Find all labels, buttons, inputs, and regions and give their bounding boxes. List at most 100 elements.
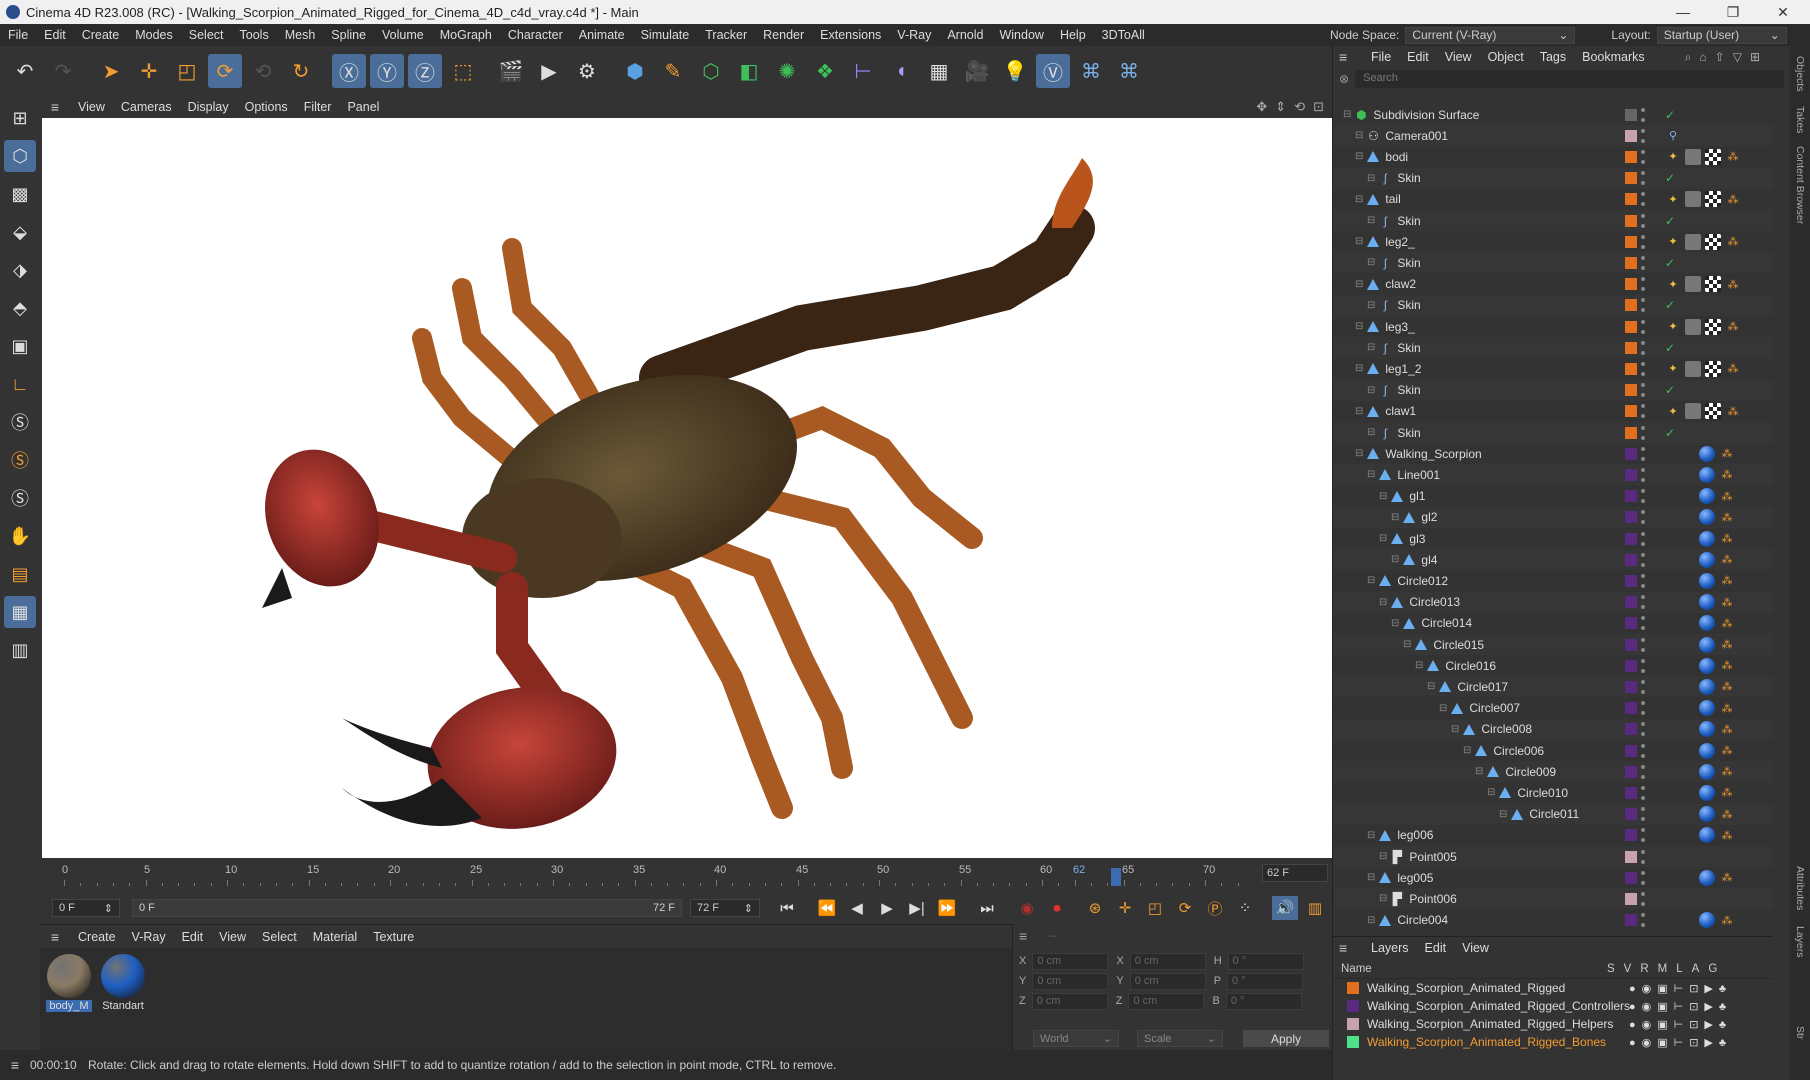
layer-color-swatch[interactable] — [1625, 914, 1637, 927]
menu-edit[interactable]: Edit — [36, 28, 74, 42]
menu-file[interactable]: File — [0, 28, 36, 42]
visibility-dots-icon[interactable] — [1641, 785, 1647, 800]
visibility-dots-icon[interactable] — [1641, 701, 1647, 716]
weight-tag-icon[interactable]: ⁂ — [1719, 827, 1735, 843]
object-row[interactable]: ⊟ ʃ Skin ✓ — [1333, 379, 1773, 401]
cube-icon[interactable]: ⬢ — [618, 54, 652, 88]
object-row[interactable]: ⊟ bodi ✦ ⁂ — [1333, 146, 1773, 167]
check-icon[interactable]: ✓ — [1665, 214, 1675, 228]
visibility-dots-icon[interactable] — [1641, 192, 1647, 207]
expand-toggle-icon[interactable]: ⊟ — [1379, 893, 1387, 904]
close-button[interactable]: ✕ — [1760, 0, 1806, 24]
visibility-dots-icon[interactable] — [1641, 234, 1647, 249]
visibility-dots-icon[interactable] — [1641, 764, 1647, 779]
new-window-icon[interactable]: ⊞ — [1750, 50, 1760, 65]
mograph-cloner-icon[interactable]: ✺ — [770, 54, 804, 88]
expand-toggle-icon[interactable]: ⊟ — [1367, 830, 1375, 841]
visibility-dots-icon[interactable] — [1641, 446, 1647, 461]
layer-color-swatch[interactable] — [1625, 850, 1637, 863]
visibility-dots-icon[interactable] — [1641, 383, 1647, 398]
expand-toggle-icon[interactable]: ⊟ — [1355, 236, 1363, 247]
material-sphere-tag-icon[interactable] — [1699, 869, 1715, 886]
layer-color-swatch[interactable] — [1625, 808, 1637, 821]
menu-character[interactable]: Character — [500, 28, 571, 42]
scale-icon[interactable]: ◰ — [170, 54, 204, 88]
home-icon[interactable]: ⌂ — [1699, 50, 1706, 65]
apply-button[interactable]: Apply — [1243, 1030, 1329, 1047]
object-row[interactable]: ⊟ Walking_Scorpion ⁂ — [1333, 443, 1773, 464]
visibility-dots-icon[interactable] — [1641, 891, 1647, 906]
timeline-end-field[interactable]: 62 F — [1262, 864, 1328, 882]
menu-mesh[interactable]: Mesh — [277, 28, 324, 42]
expand-toggle-icon[interactable]: ⊟ — [1367, 427, 1375, 438]
snap-3d-icon[interactable]: Ⓢ — [4, 482, 36, 514]
auto-key-icon[interactable]: ⏺ — [1044, 896, 1070, 920]
weight-tag-icon[interactable]: ⁂ — [1719, 573, 1735, 589]
play-icon[interactable]: ▶ — [874, 896, 900, 920]
coordinate-field[interactable]: 0 cm — [1032, 952, 1109, 970]
checker-tag-icon[interactable] — [1705, 276, 1721, 293]
weight-tag-icon[interactable]: ⁂ — [1719, 615, 1735, 631]
checker-tag-icon[interactable] — [1705, 233, 1721, 250]
weight-tag-icon[interactable]: ⁂ — [1725, 234, 1741, 250]
side-tab-str[interactable]: Str — [1794, 1026, 1806, 1039]
polygons-mode-icon[interactable]: ⬘ — [4, 292, 36, 324]
material-sphere-tag-icon[interactable] — [1699, 657, 1715, 674]
visibility-dots-icon[interactable] — [1641, 361, 1647, 376]
layer-toggle-icons[interactable]: ●◉▣⊢⊡▶♣ — [1629, 1000, 1732, 1013]
visibility-dots-icon[interactable] — [1641, 171, 1647, 186]
go-to-start-icon[interactable]: ⏮ — [774, 896, 800, 920]
visibility-dots-icon[interactable] — [1641, 510, 1647, 525]
visibility-dots-icon[interactable] — [1641, 319, 1647, 334]
material-sphere-tag-icon[interactable] — [1699, 700, 1715, 717]
texture-tag-icon[interactable] — [1685, 276, 1701, 293]
layer-color-swatch[interactable] — [1625, 892, 1637, 905]
visibility-dots-icon[interactable] — [1641, 637, 1647, 652]
visibility-dots-icon[interactable] — [1641, 828, 1647, 843]
object-row[interactable]: ⊟ Circle008 ⁂ — [1333, 718, 1773, 740]
recent-tools-icon[interactable]: ⟲ — [246, 54, 280, 88]
material-sphere-tag-icon[interactable] — [1699, 763, 1715, 780]
visibility-dots-icon[interactable] — [1641, 425, 1647, 440]
end-frame-field[interactable]: 72 F ⇕ — [690, 899, 760, 917]
3d-viewport[interactable] — [42, 118, 1332, 858]
menu-simulate[interactable]: Simulate — [633, 28, 698, 42]
menu-mograph[interactable]: MoGraph — [432, 28, 500, 42]
layer-toggle-icons[interactable]: ●◉▣⊢⊡▶♣ — [1629, 982, 1732, 995]
next-frame-icon[interactable]: ▶| — [904, 896, 930, 920]
object-row[interactable]: ⊟ Circle011 ⁂ — [1333, 803, 1773, 825]
python-icon[interactable]: ⌘ — [1074, 54, 1108, 88]
weight-tag-icon[interactable]: ⁂ — [1719, 488, 1735, 504]
viewport-menu-view[interactable]: View — [70, 100, 113, 114]
expand-toggle-icon[interactable]: ⊟ — [1415, 660, 1423, 671]
object-row[interactable]: ⊟ Circle009 ⁂ — [1333, 761, 1773, 783]
expand-toggle-icon[interactable]: ⊟ — [1463, 745, 1471, 756]
render-region-icon[interactable]: 🎬 — [494, 54, 528, 88]
side-tab-takes[interactable]: Takes — [1794, 106, 1806, 133]
expand-toggle-icon[interactable]: ⊟ — [1391, 618, 1399, 629]
object-menu-edit[interactable]: Edit — [1399, 50, 1437, 64]
light-icon[interactable]: 💡 — [998, 54, 1032, 88]
side-tab-objects[interactable]: Objects — [1794, 56, 1806, 92]
layer-color-swatch[interactable] — [1625, 638, 1637, 651]
viewport-menu-filter[interactable]: Filter — [296, 100, 340, 114]
layer-color-swatch[interactable] — [1625, 362, 1637, 375]
layer-color-swatch[interactable] — [1625, 468, 1637, 481]
next-key-icon[interactable]: ⏩ — [934, 896, 960, 920]
hamburger-icon[interactable]: ≡ — [1339, 49, 1363, 65]
z-axis-icon[interactable]: Ⓩ — [408, 54, 442, 88]
visibility-dots-icon[interactable] — [1641, 658, 1647, 673]
point-level-key-icon[interactable]: ⁘ — [1232, 896, 1258, 920]
layer-color-swatch[interactable] — [1625, 405, 1637, 418]
visibility-dots-icon[interactable] — [1641, 213, 1647, 228]
texture-tag-icon[interactable] — [1685, 360, 1701, 377]
start-frame-field[interactable]: 0 F ⇕ — [52, 899, 120, 917]
coordinate-mode-dropdown[interactable]: World ⌄ — [1033, 1030, 1119, 1047]
menu-modes[interactable]: Modes — [127, 28, 181, 42]
material-tag-icon[interactable]: ✦ — [1665, 276, 1681, 292]
range-slider[interactable]: 0 F 72 F — [132, 899, 682, 917]
material-sphere-tag-icon[interactable] — [1699, 806, 1715, 823]
layer-color-swatch[interactable] — [1625, 786, 1637, 799]
coordinate-field[interactable]: 0 ° — [1225, 992, 1302, 1010]
axis-mode-icon[interactable]: ∟ — [4, 368, 36, 400]
